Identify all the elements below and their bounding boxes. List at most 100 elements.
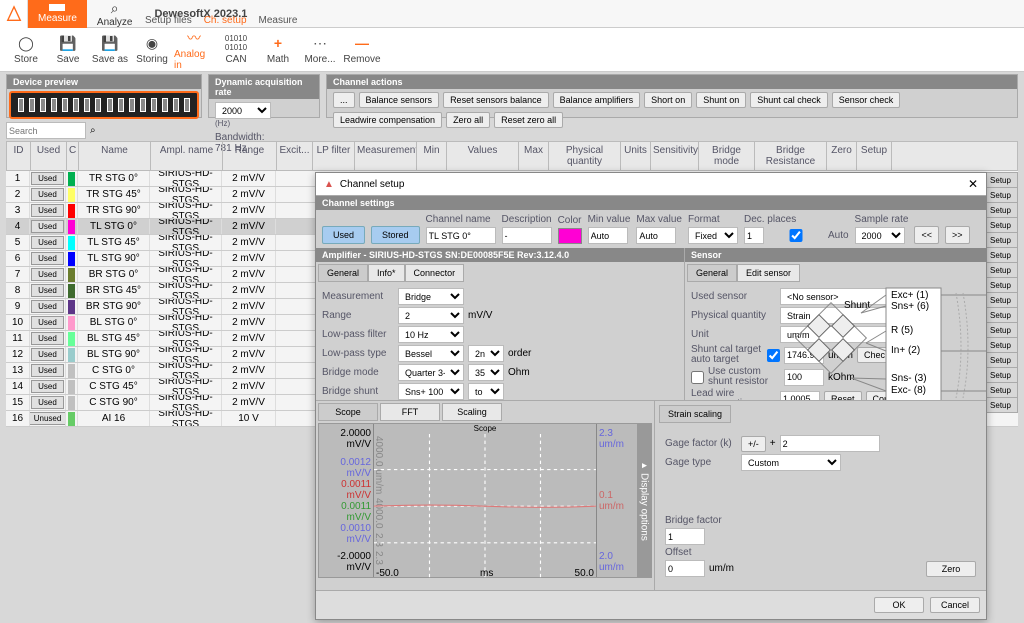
- action-shunt-on[interactable]: Shunt on: [696, 92, 746, 108]
- action-reset-zero-all[interactable]: Reset zero all: [494, 112, 563, 128]
- subtab-ch-setup[interactable]: Ch. setup: [204, 15, 247, 26]
- setup-button[interactable]: Setup: [983, 367, 1018, 383]
- setup-button[interactable]: Setup: [983, 322, 1018, 338]
- tab-analyze[interactable]: ⌕ Analyze: [87, 0, 143, 32]
- col-c[interactable]: C: [67, 142, 79, 170]
- col-name[interactable]: Name: [79, 142, 151, 170]
- shunt-to-select[interactable]: to In+: [468, 383, 504, 400]
- setup-button[interactable]: Setup: [983, 217, 1018, 233]
- setup-button[interactable]: Setup: [983, 277, 1018, 293]
- scaling-tab[interactable]: Scaling: [442, 403, 502, 421]
- col-min[interactable]: Min: [417, 142, 447, 170]
- col-max[interactable]: Max: [519, 142, 549, 170]
- lp-type-select[interactable]: Bessel: [398, 345, 464, 362]
- used-toggle[interactable]: Used: [322, 226, 365, 244]
- setup-button[interactable]: Setup: [983, 352, 1018, 368]
- setup-button[interactable]: Setup: [983, 292, 1018, 308]
- use-custom-checkbox[interactable]: [691, 371, 704, 384]
- setup-button[interactable]: Setup: [983, 202, 1018, 218]
- action-balance-sensors[interactable]: Balance sensors: [359, 92, 440, 108]
- offset-input[interactable]: [665, 560, 705, 577]
- channel-name-input[interactable]: [426, 227, 496, 244]
- gage-type-select[interactable]: Custom: [741, 454, 841, 471]
- action-short-on[interactable]: Short on: [644, 92, 692, 108]
- min-value-input[interactable]: [588, 227, 628, 244]
- cancel-button[interactable]: Cancel: [930, 597, 980, 613]
- tab-general-sensor[interactable]: General: [687, 264, 737, 282]
- stored-toggle[interactable]: Stored: [371, 226, 420, 244]
- action-reset-sensors-balance[interactable]: Reset sensors balance: [443, 92, 549, 108]
- auto-target-checkbox[interactable]: [767, 349, 780, 362]
- store-button[interactable]: ◯Store: [6, 30, 46, 70]
- acq-rate-select[interactable]: 2000: [215, 102, 271, 119]
- setup-button[interactable]: Setup: [983, 397, 1018, 413]
- auto-checkbox[interactable]: [766, 229, 826, 242]
- math-button[interactable]: +Math: [258, 30, 298, 70]
- lp-order-select[interactable]: 2nd: [468, 345, 504, 362]
- col-zero[interactable]: Zero: [827, 142, 857, 170]
- close-icon[interactable]: ✕: [968, 177, 978, 191]
- setup-button[interactable]: Setup: [983, 337, 1018, 353]
- col-measurement[interactable]: Measurement: [355, 142, 417, 170]
- action-sensor-check[interactable]: Sensor check: [832, 92, 901, 108]
- analog-in-button[interactable]: 〰Analog in: [174, 30, 214, 70]
- gage-sign-button[interactable]: +/-: [741, 436, 766, 452]
- tab-general-amp[interactable]: General: [318, 264, 368, 282]
- save-button[interactable]: 💾Save: [48, 30, 88, 70]
- max-value-input[interactable]: [636, 227, 676, 244]
- action-zero-all[interactable]: Zero all: [446, 112, 490, 128]
- prev-channel-button[interactable]: <<: [914, 226, 939, 244]
- subtab-measure[interactable]: Measure: [259, 15, 298, 26]
- tab-connector[interactable]: Connector: [405, 264, 465, 282]
- bridge-ohm-select[interactable]: 350: [468, 364, 504, 381]
- description-input[interactable]: [502, 227, 552, 244]
- subtab-setup-files[interactable]: Setup files: [145, 15, 192, 26]
- col-bridge-mode[interactable]: Bridge mode: [699, 142, 755, 170]
- bridge-mode-select[interactable]: Quarter 3-wire: [398, 364, 464, 381]
- col-setup[interactable]: Setup: [857, 142, 892, 170]
- dec-places-input[interactable]: [744, 227, 764, 244]
- bridge-factor-input[interactable]: [665, 528, 705, 545]
- save-as-button[interactable]: 💾Save as: [90, 30, 130, 70]
- setup-button[interactable]: Setup: [983, 232, 1018, 248]
- measurement-select[interactable]: Bridge: [398, 288, 464, 305]
- col-values[interactable]: Values: [447, 142, 519, 170]
- strain-scaling-tab[interactable]: Strain scaling: [659, 405, 731, 423]
- action-shunt-cal-check[interactable]: Shunt cal check: [750, 92, 828, 108]
- lp-filter-select[interactable]: 10 Hz: [398, 326, 464, 343]
- setup-button[interactable]: Setup: [983, 307, 1018, 323]
- col-used[interactable]: Used: [31, 142, 67, 170]
- setup-button[interactable]: Setup: [983, 262, 1018, 278]
- col-excit-[interactable]: Excit...: [277, 142, 313, 170]
- remove-button[interactable]: —Remove: [342, 30, 382, 70]
- col-physical-quantity[interactable]: Physical quantity: [549, 142, 621, 170]
- fft-tab[interactable]: FFT: [380, 403, 440, 421]
- sample-rate-select[interactable]: 2000: [855, 227, 905, 244]
- col-id[interactable]: ID: [7, 142, 31, 170]
- setup-button[interactable]: Setup: [983, 247, 1018, 263]
- tab-measure[interactable]: Measure: [28, 0, 87, 28]
- next-channel-button[interactable]: >>: [945, 226, 970, 244]
- scope-tab[interactable]: Scope: [318, 403, 378, 421]
- format-select[interactable]: Fixed: [688, 227, 738, 244]
- zero-button[interactable]: Zero: [926, 561, 976, 577]
- bridge-shunt-select[interactable]: Sns+ 100 kOhm: [398, 383, 464, 400]
- setup-button[interactable]: Setup: [983, 187, 1018, 203]
- tab-info[interactable]: Info*: [368, 264, 405, 282]
- color-swatch[interactable]: [558, 228, 582, 244]
- can-button[interactable]: 0101001010CAN: [216, 30, 256, 70]
- action-leadwire-compensation[interactable]: Leadwire compensation: [333, 112, 442, 128]
- more-button[interactable]: ⋯More...: [300, 30, 340, 70]
- storing-button[interactable]: ◉Storing: [132, 30, 172, 70]
- search-input[interactable]: [6, 122, 86, 139]
- more-actions-button[interactable]: ...: [333, 92, 355, 108]
- col-sensitivity[interactable]: Sensitivity: [651, 142, 699, 170]
- setup-button[interactable]: Setup: [983, 172, 1018, 188]
- search-icon[interactable]: ⌕: [90, 125, 96, 136]
- setup-button[interactable]: Setup: [983, 382, 1018, 398]
- gage-factor-input[interactable]: [780, 435, 880, 452]
- col-lp-filter[interactable]: LP filter: [313, 142, 355, 170]
- col-ampl-name[interactable]: Ampl. name: [151, 142, 223, 170]
- tab-edit-sensor[interactable]: Edit sensor: [737, 264, 800, 282]
- col-bridge-resistance[interactable]: Bridge Resistance: [755, 142, 827, 170]
